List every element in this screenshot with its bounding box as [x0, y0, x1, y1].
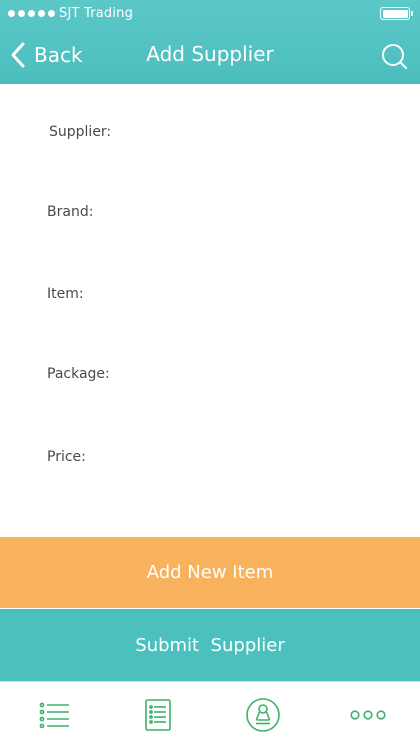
signal-dot [8, 10, 15, 17]
tab-list[interactable] [2, 682, 107, 747]
price-field-label: Price: [47, 449, 86, 465]
more-icon [349, 709, 386, 720]
battery-icon [380, 7, 413, 20]
navigation-bar: Back Add Supplier [0, 28, 420, 84]
supplier-field-label: Supplier: [49, 124, 112, 140]
stamp-icon [245, 697, 280, 732]
brand-field-label: Brand: [47, 204, 94, 220]
tab-document[interactable] [105, 682, 210, 747]
carrier-name: SJT Trading [59, 6, 134, 21]
tab-stamp[interactable] [210, 682, 315, 747]
signal-dot [48, 10, 55, 17]
signal-dot [38, 10, 45, 17]
app-header: SJT Trading Back Add Supplier [0, 0, 420, 84]
add-new-item-label: Add New Item [146, 562, 274, 583]
item-field-label: Item: [47, 286, 84, 302]
tab-more[interactable] [315, 682, 420, 747]
supplier-form: Supplier: Brand: Item: Package: Price: [0, 84, 420, 536]
list-icon [39, 702, 69, 728]
status-bar: SJT Trading [0, 0, 420, 28]
submit-supplier-label: Submit Supplier [135, 634, 285, 656]
bottom-tab-bar [0, 681, 420, 747]
package-field-label: Package: [47, 366, 110, 382]
signal-dot [28, 10, 35, 17]
page-title: Add Supplier [146, 42, 274, 66]
signal-strength-icon [8, 10, 55, 17]
add-new-item-button[interactable]: Add New Item [0, 537, 420, 608]
document-icon [144, 698, 171, 731]
search-icon[interactable] [380, 42, 408, 70]
submit-supplier-button[interactable]: Submit Supplier [0, 609, 420, 681]
battery-fill [382, 9, 408, 18]
signal-dot [18, 10, 25, 17]
